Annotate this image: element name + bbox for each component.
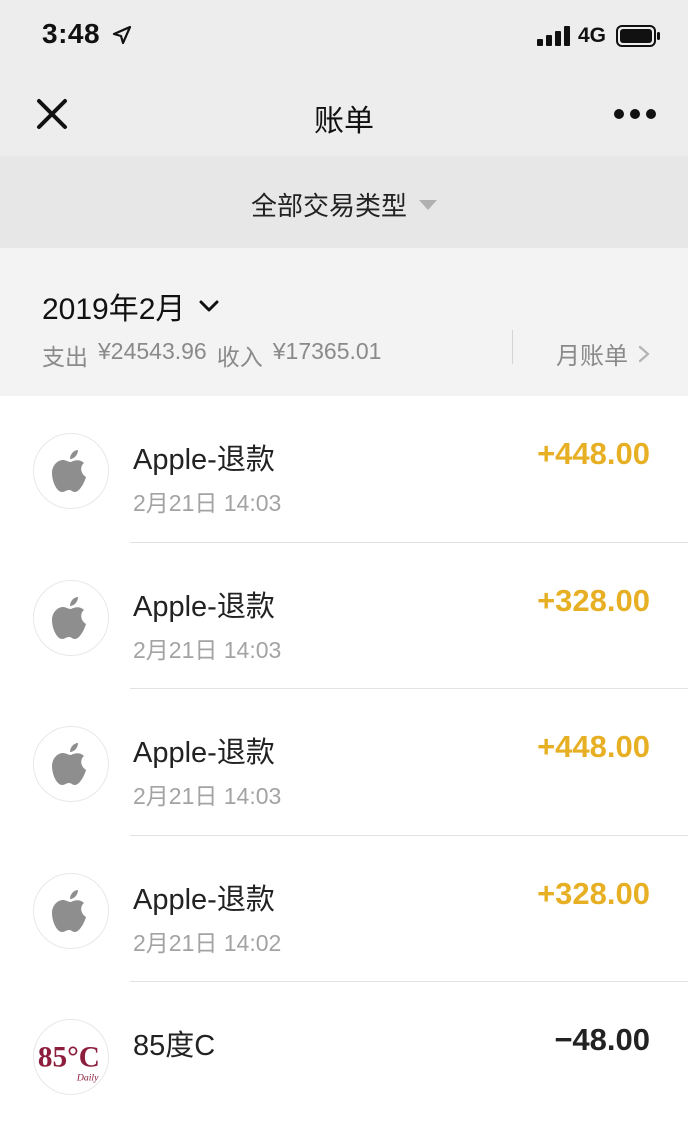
transaction-row[interactable]: Apple-退款 2月21日 14:02 +328.00 [0,836,688,983]
transaction-time: 2月21日 14:02 [133,929,282,956]
merchant-avatar: 85°C Daily [33,1019,109,1095]
apple-icon [52,596,86,639]
nav-bar: 账单 [0,70,688,156]
network-type: 4G [578,24,607,47]
month-label: 2019年2月 [42,293,186,326]
svg-text:85°C: 85°C [38,1042,100,1074]
transaction-row[interactable]: 85°C Daily 85度C −48.00 [0,982,688,1129]
transaction-amount: +328.00 [537,582,650,618]
transaction-amount: +328.00 [537,875,650,911]
transaction-row[interactable]: Apple-退款 2月21日 14:03 +328.00 [0,543,688,690]
transaction-name: Apple-退款 [133,737,275,769]
month-summary: 2019年2月 支出 ¥24543.96 收入 ¥17365.01 月账单 [0,248,688,396]
apple-icon [52,450,86,492]
transaction-time: 2月21日 14:03 [133,783,282,809]
month-selector[interactable]: 2019年2月 [42,284,219,328]
transaction-list: Apple-退款 2月21日 14:03 +448.00 Apple-退款 2月… [0,396,688,1129]
transaction-amount: +448.00 [537,436,650,471]
location-arrow-icon [112,25,132,45]
monthly-bill-label: 月账单 [556,343,628,370]
merchant-avatar [33,579,109,656]
summary-divider [512,330,513,364]
filter-label: 全部交易类型 [250,191,407,221]
transaction-row[interactable]: Apple-退款 2月21日 14:03 +448.00 [0,396,688,543]
transaction-amount: −48.00 [554,1022,650,1057]
transaction-name: 85度C [133,1030,216,1062]
caret-down-icon [419,199,437,210]
expense-label: 支出 [42,344,88,370]
income-label: 收入 [216,344,263,370]
transaction-name: Apple-退款 [133,590,275,623]
income-value: ¥17365.01 [272,338,382,364]
transaction-row[interactable]: Apple-退款 2月21日 14:03 +448.00 [0,689,688,836]
chevron-right-icon [638,345,650,362]
more-icon[interactable] [612,104,658,124]
transaction-time: 2月21日 14:03 [133,636,282,663]
signal-bars-icon [537,26,570,46]
monthly-bill-link[interactable]: 月账单 [556,336,650,371]
status-bar: 3:48 4G [0,0,688,70]
transaction-name: Apple-退款 [133,883,275,916]
transaction-name: Apple-退款 [133,444,275,476]
transaction-time: 2月21日 14:03 [133,490,282,516]
merchant-avatar [33,872,109,949]
svg-text:Daily: Daily [76,1072,99,1083]
transaction-type-filter[interactable]: 全部交易类型 [0,156,688,248]
apple-icon [52,889,86,932]
page-title: 账单 [314,105,374,138]
summary-totals: 支出 ¥24543.96 收入 ¥17365.01 [42,338,381,372]
apple-icon [52,743,86,785]
chevron-down-icon [199,300,219,312]
status-time: 3:48 [42,18,101,49]
merchant-avatar [33,433,109,509]
85c-logo: 85°C Daily [38,1042,100,1084]
merchant-avatar [33,726,109,802]
battery-icon [616,25,660,47]
transaction-amount: +448.00 [537,729,650,764]
expense-value: ¥24543.96 [98,338,207,364]
